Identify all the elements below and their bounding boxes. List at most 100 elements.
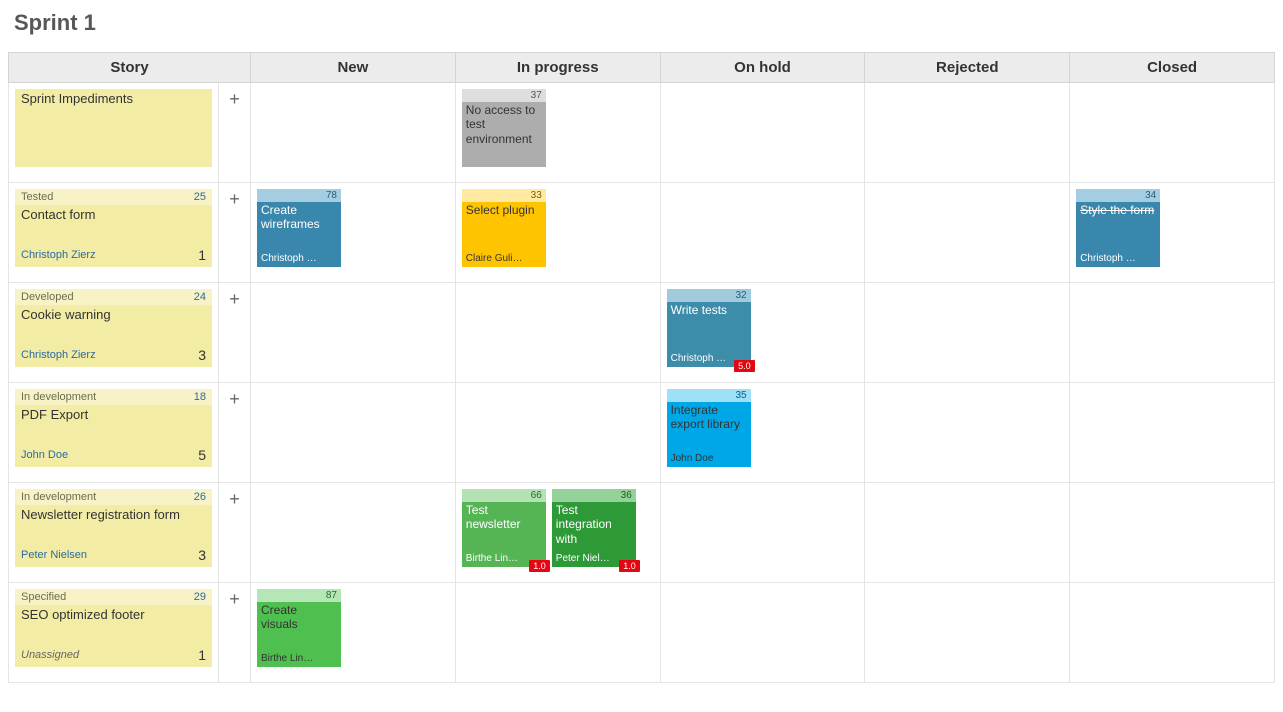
task-id: 33 <box>462 189 546 202</box>
task-cell <box>865 583 1070 683</box>
task-card[interactable]: 78Create wireframesChristoph … <box>257 189 341 267</box>
story-status: In development <box>21 491 96 503</box>
task-assignee: Claire Guli… <box>462 251 546 267</box>
story-title: Contact form <box>15 205 212 245</box>
story-id: 18 <box>194 391 206 403</box>
task-cell <box>1070 383 1275 483</box>
task-card[interactable]: 66Test newsletterBirthe Lin…1.0 <box>462 489 546 567</box>
task-hours-badge: 5.0 <box>734 360 755 372</box>
story-points: 1 <box>198 247 206 263</box>
task-cell <box>455 383 660 483</box>
story-card[interactable]: In development26Newsletter registration … <box>15 489 212 567</box>
task-cell <box>660 483 865 583</box>
task-cell <box>865 483 1070 583</box>
task-cell <box>865 383 1070 483</box>
story-assignee: John Doe <box>21 449 68 461</box>
task-cell <box>455 283 660 383</box>
story-points: 3 <box>198 347 206 363</box>
task-cell: 66Test newsletterBirthe Lin…1.036Test in… <box>455 483 660 583</box>
task-cell: 87Create visualsBirthe Lin… <box>251 583 456 683</box>
task-card[interactable]: 34Style the formChristoph … <box>1076 189 1160 267</box>
story-id: 25 <box>194 191 206 203</box>
task-assignee: Christoph … <box>1076 251 1160 267</box>
story-points: 1 <box>198 647 206 663</box>
task-cell: 33Select pluginClaire Guli… <box>455 183 660 283</box>
task-cell <box>455 583 660 683</box>
story-cell: In development18PDF ExportJohn Doe5 <box>9 383 219 483</box>
page-title: Sprint 1 <box>14 10 1275 36</box>
task-assignee: Birthe Lin… <box>257 651 341 667</box>
add-task-button[interactable]: + <box>219 83 251 183</box>
story-title: Sprint Impediments <box>15 89 212 167</box>
task-title: Create wireframes <box>257 202 341 251</box>
task-title: Create visuals <box>257 602 341 651</box>
task-cell <box>1070 83 1275 183</box>
story-assignee: Unassigned <box>21 649 79 661</box>
task-card[interactable]: 35Integrate export libraryJohn Doe <box>667 389 751 467</box>
task-card[interactable]: 33Select pluginClaire Guli… <box>462 189 546 267</box>
task-assignee: Christoph … <box>257 251 341 267</box>
task-card[interactable]: 32Write testsChristoph …5.0 <box>667 289 751 367</box>
add-task-button[interactable]: + <box>219 383 251 483</box>
task-cell <box>865 83 1070 183</box>
task-assignee: John Doe <box>667 451 751 467</box>
story-card[interactable]: Developed 24 Cookie warning Christoph Zierz… <box>15 289 212 367</box>
task-title: Write tests <box>667 302 751 351</box>
task-id: 37 <box>462 89 546 102</box>
task-card[interactable]: 87Create visualsBirthe Lin… <box>257 589 341 667</box>
task-id: 78 <box>257 189 341 202</box>
task-hours-badge: 1.0 <box>619 560 640 572</box>
add-task-button[interactable]: + <box>219 183 251 283</box>
task-cell <box>1070 483 1275 583</box>
story-points: 5 <box>198 447 206 463</box>
story-status: Specified <box>21 591 66 603</box>
story-assignee: Peter Nielsen <box>21 549 87 561</box>
task-id: 87 <box>257 589 341 602</box>
story-id: 24 <box>194 291 206 303</box>
story-title: Cookie warning <box>15 305 212 345</box>
column-header: Rejected <box>865 53 1070 83</box>
column-header: In progress <box>455 53 660 83</box>
add-task-button[interactable]: + <box>219 483 251 583</box>
story-cell: In development26Newsletter registration … <box>9 483 219 583</box>
task-cell: 35Integrate export libraryJohn Doe <box>660 383 865 483</box>
story-card[interactable]: In development18PDF ExportJohn Doe5 <box>15 389 212 467</box>
story-cell: Specified 29 SEO optimized footer Unassigne… <box>9 583 219 683</box>
add-task-button[interactable]: + <box>219 583 251 683</box>
task-id: 32 <box>667 289 751 302</box>
task-cell <box>251 483 456 583</box>
story-card[interactable]: Sprint Impediments <box>15 89 212 167</box>
task-id: 36 <box>552 489 636 502</box>
task-id: 35 <box>667 389 751 402</box>
task-id: 66 <box>462 489 546 502</box>
story-card[interactable]: Specified 29 SEO optimized footer Unassigne… <box>15 589 212 667</box>
task-cell: 32Write testsChristoph …5.0 <box>660 283 865 383</box>
story-cell: Tested 25 Contact form Christoph Zierz 1 <box>9 183 219 283</box>
task-cell <box>1070 283 1275 383</box>
story-title: Newsletter registration form <box>15 505 212 545</box>
story-status: Tested <box>21 191 53 203</box>
story-assignee: Christoph Zierz <box>21 249 96 261</box>
story-assignee: Christoph Zierz <box>21 349 96 361</box>
task-card[interactable]: 36Test integration withPeter Niel…1.0 <box>552 489 636 567</box>
task-cell <box>660 83 865 183</box>
task-cell <box>660 583 865 683</box>
task-cell: 78Create wireframesChristoph … <box>251 183 456 283</box>
task-title: Test newsletter <box>462 502 546 551</box>
task-cell: 37No access to test environment <box>455 83 660 183</box>
task-id: 34 <box>1076 189 1160 202</box>
story-card[interactable]: Tested 25 Contact form Christoph Zierz 1 <box>15 189 212 267</box>
column-header: New <box>251 53 456 83</box>
story-title: SEO optimized footer <box>15 605 212 645</box>
task-assignee <box>462 162 546 167</box>
story-status: Developed <box>21 291 74 303</box>
task-cell <box>251 383 456 483</box>
story-id: 29 <box>194 591 206 603</box>
task-title: Style the form <box>1076 202 1160 251</box>
task-cell <box>660 183 865 283</box>
column-header: On hold <box>660 53 865 83</box>
column-header: Story <box>9 53 251 83</box>
add-task-button[interactable]: + <box>219 283 251 383</box>
task-card[interactable]: 37No access to test environment <box>462 89 546 167</box>
task-title: Integrate export library <box>667 402 751 451</box>
